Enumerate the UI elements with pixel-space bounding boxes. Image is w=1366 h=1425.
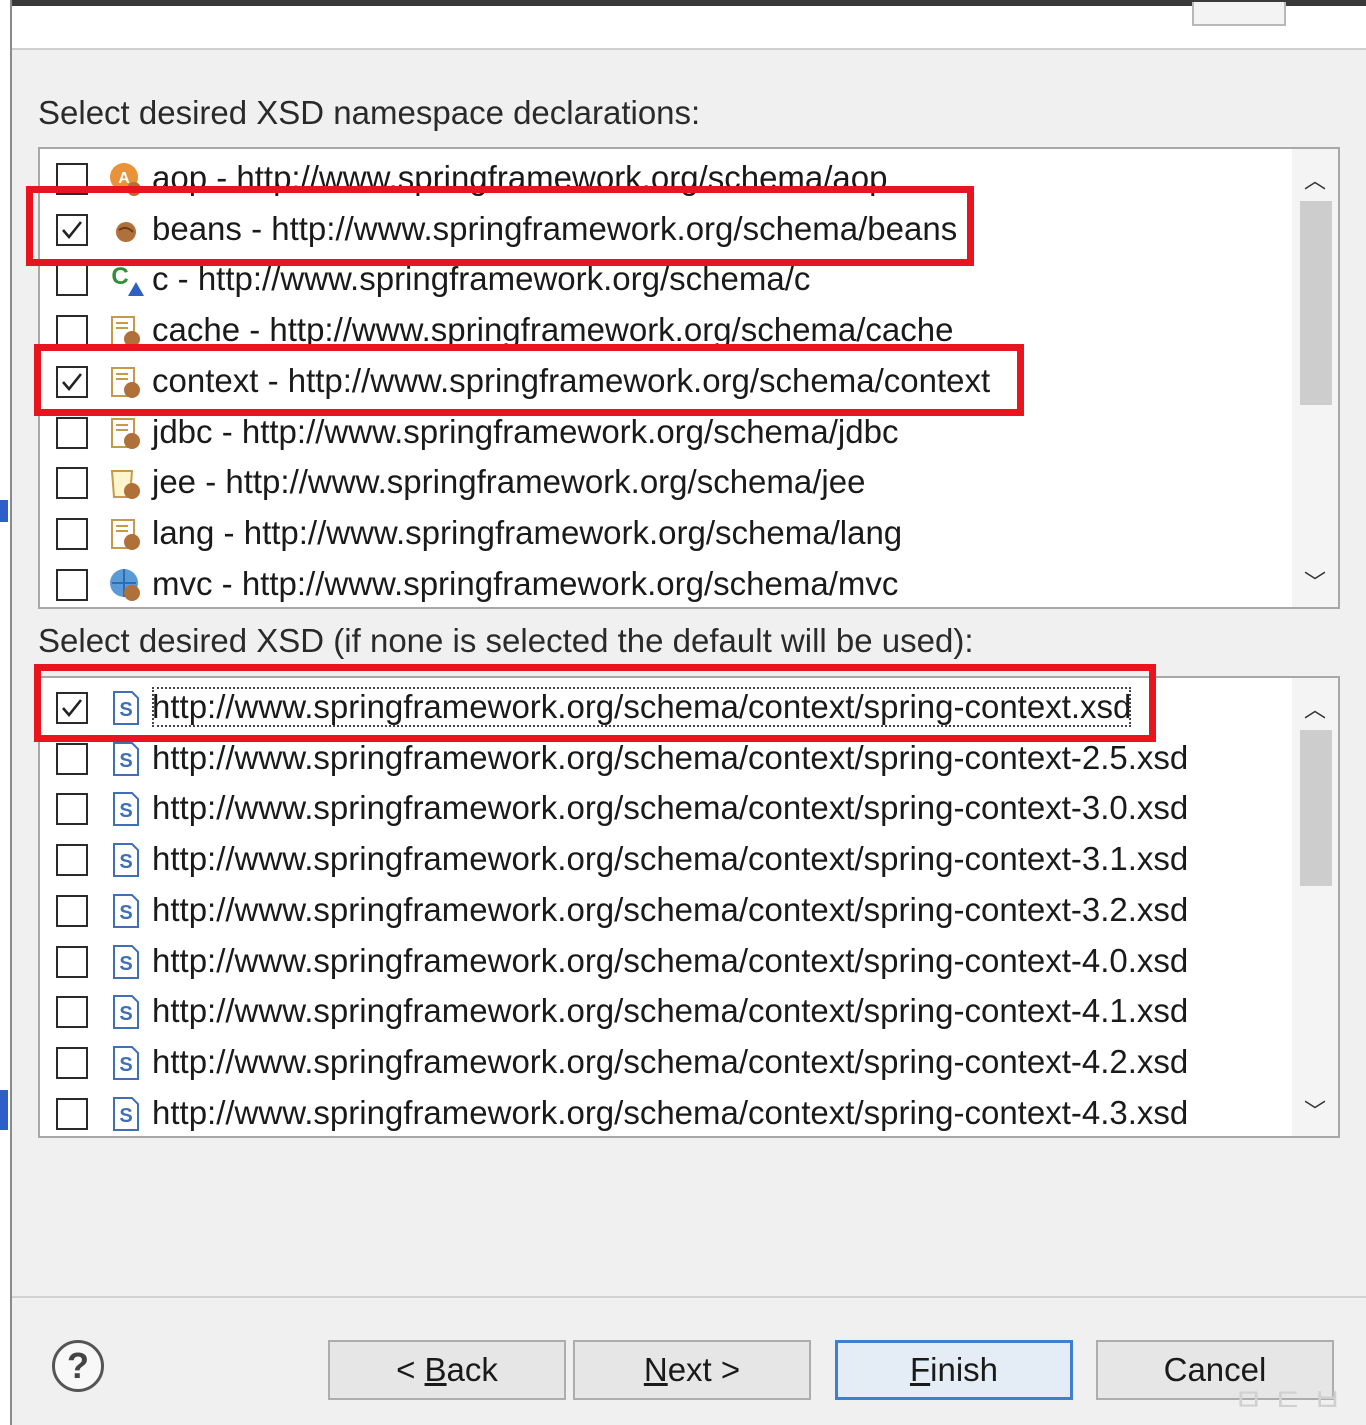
svg-text:S: S [119,750,132,772]
namespace-section-label: Select desired XSD namespace declaration… [38,94,701,131]
namespace-checkbox[interactable] [56,416,88,449]
xsd-checkbox[interactable] [56,844,88,877]
scrollbar-thumb[interactable] [1300,730,1332,886]
xsd-row[interactable]: Shttp://www.springframework.org/schema/c… [40,835,1290,885]
namespace-checkbox[interactable] [56,315,88,348]
xsd-checkbox[interactable] [56,996,88,1029]
jdbc-icon [106,413,146,453]
back-mnemonic: B [424,1351,447,1388]
xsd-checkbox[interactable] [56,1097,88,1130]
xsd-file-icon: S [106,840,146,880]
scrollbar-thumb[interactable] [1300,201,1332,405]
help-glyph: ? [67,1345,89,1386]
xsd-file-icon: S [106,1094,146,1134]
highlight-box-beans [26,186,974,266]
xsd-file-icon: S [106,1043,146,1083]
background-editor-mark [0,500,8,522]
back-label: ack [446,1351,498,1388]
svg-text:S: S [119,1003,132,1025]
xsd-label: http://www.springframework.org/schema/co… [152,890,1189,928]
footer-separator [12,1296,1366,1298]
next-mnemonic: N [643,1351,668,1388]
xsd-checkbox[interactable] [56,894,88,927]
xsd-label: http://www.springframework.org/schema/co… [152,738,1189,776]
xsd-label: http://www.springframework.org/schema/co… [152,789,1189,827]
xsd-row[interactable]: Shttp://www.springframework.org/schema/c… [40,784,1290,834]
xsd-section-label: Select desired XSD (if none is selected … [38,622,974,659]
svg-text:S: S [119,1105,132,1127]
svg-text:S: S [119,902,132,924]
back-prefix: < [396,1351,425,1388]
xsd-checkbox[interactable] [56,742,88,775]
xsd-label: http://www.springframework.org/schema/co… [152,1042,1189,1080]
xsd-file-icon: S [106,739,146,779]
svg-text:S: S [119,800,132,822]
highlight-box-xsd [34,664,1156,742]
svg-text:C: C [111,263,128,290]
help-icon[interactable]: ? [52,1340,104,1392]
namespace-checkbox[interactable] [56,568,88,601]
xsd-label: http://www.springframework.org/schema/co… [152,992,1189,1030]
finish-button[interactable]: Finish [835,1340,1073,1400]
namespace-row[interactable]: lang - http://www.springframework.org/sc… [40,509,1290,559]
svg-text:S: S [119,1054,132,1076]
xsd-file-icon: S [106,992,146,1032]
xsd-label: http://www.springframework.org/schema/co… [152,840,1189,878]
xsd-row[interactable]: Shttp://www.springframework.org/schema/c… [40,1089,1290,1136]
xsd-file-icon: S [106,942,146,982]
scroll-up-icon[interactable]: ︿ [1292,159,1338,199]
highlight-box-context [34,344,1024,416]
namespace-row[interactable]: jee - http://www.springframework.org/sch… [40,458,1290,508]
xsd-file-icon: S [106,789,146,829]
xsd-checkbox[interactable] [56,945,88,978]
xsd-checkbox[interactable] [56,793,88,826]
jee-icon [106,463,146,503]
xsd-label: http://www.springframework.org/schema/co… [152,941,1189,979]
svg-text:S: S [119,851,132,873]
xsd-row[interactable]: Shttp://www.springframework.org/schema/c… [40,886,1290,936]
xsd-list[interactable]: ︿ ﹀ Shttp://www.springframework.org/sche… [38,676,1340,1138]
header-button[interactable] [1192,2,1286,26]
xsd-label: http://www.springframework.org/schema/co… [152,1093,1189,1131]
c-icon: C [106,260,146,300]
namespace-label: jdbc - http://www.springframework.org/sc… [152,412,899,450]
namespace-checkbox[interactable] [56,517,88,550]
back-button[interactable]: < Back [328,1340,566,1400]
namespace-label: mvc - http://www.springframework.org/sch… [152,564,899,602]
lang-icon [106,514,146,554]
finish-mnemonic: F [909,1351,931,1388]
scroll-down-icon[interactable]: ﹀ [1292,561,1338,601]
namespace-checkbox[interactable] [56,467,88,500]
background-editor-mark [0,1090,8,1130]
scroll-down-icon[interactable]: ﹀ [1292,1090,1338,1130]
xsd-row[interactable]: Shttp://www.springframework.org/schema/c… [40,1038,1290,1088]
wizard-header [12,2,1366,50]
next-label: ext > [667,1351,741,1388]
xsd-checkbox[interactable] [56,1046,88,1079]
namespace-scrollbar[interactable]: ︿ ﹀ [1292,149,1338,607]
xsd-row[interactable]: Shttp://www.springframework.org/schema/c… [40,987,1290,1037]
xsd-row[interactable]: Shttp://www.springframework.org/schema/c… [40,937,1290,987]
window-left-edge [0,0,12,1425]
namespace-row[interactable]: mvc - http://www.springframework.org/sch… [40,560,1290,607]
svg-text:S: S [119,953,132,975]
watermark: ㅁㄷㅂ [1233,1382,1352,1418]
svg-text:A: A [118,170,130,187]
mvc-icon [106,565,146,605]
xsd-scrollbar[interactable]: ︿ ﹀ [1292,678,1338,1136]
finish-label: inish [930,1351,999,1388]
namespace-label: jee - http://www.springframework.org/sch… [152,463,866,501]
namespace-label: lang - http://www.springframework.org/sc… [152,513,903,551]
namespace-checkbox[interactable] [56,264,88,297]
scroll-up-icon[interactable]: ︿ [1292,688,1338,728]
xsd-file-icon: S [106,891,146,931]
next-button[interactable]: Next > [573,1340,811,1400]
